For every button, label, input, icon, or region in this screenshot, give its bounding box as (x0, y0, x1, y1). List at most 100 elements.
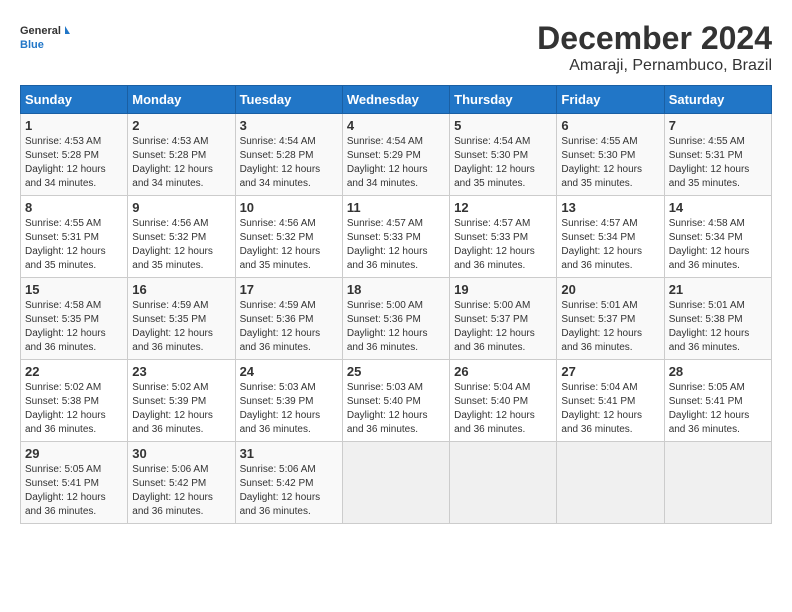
calendar-cell: 15 Sunrise: 4:58 AMSunset: 5:35 PMDaylig… (21, 278, 128, 360)
calendar-week-3: 15 Sunrise: 4:58 AMSunset: 5:35 PMDaylig… (21, 278, 772, 360)
day-number: 28 (669, 364, 767, 379)
day-number: 19 (454, 282, 552, 297)
day-detail: Sunrise: 4:58 AMSunset: 5:34 PMDaylight:… (669, 218, 750, 271)
day-number: 30 (132, 446, 230, 461)
calendar-cell: 29 Sunrise: 5:05 AMSunset: 5:41 PMDaylig… (21, 442, 128, 524)
day-detail: Sunrise: 4:55 AMSunset: 5:31 PMDaylight:… (25, 218, 106, 271)
calendar-cell: 22 Sunrise: 5:02 AMSunset: 5:38 PMDaylig… (21, 360, 128, 442)
calendar-cell: 12 Sunrise: 4:57 AMSunset: 5:33 PMDaylig… (450, 196, 557, 278)
header-sunday: Sunday (21, 86, 128, 114)
day-detail: Sunrise: 5:04 AMSunset: 5:41 PMDaylight:… (561, 382, 642, 435)
day-number: 9 (132, 200, 230, 215)
day-number: 3 (240, 118, 338, 133)
day-detail: Sunrise: 4:56 AMSunset: 5:32 PMDaylight:… (132, 218, 213, 271)
day-detail: Sunrise: 5:05 AMSunset: 5:41 PMDaylight:… (669, 382, 750, 435)
calendar-cell: 21 Sunrise: 5:01 AMSunset: 5:38 PMDaylig… (664, 278, 771, 360)
day-number: 5 (454, 118, 552, 133)
calendar-cell: 30 Sunrise: 5:06 AMSunset: 5:42 PMDaylig… (128, 442, 235, 524)
day-detail: Sunrise: 4:53 AMSunset: 5:28 PMDaylight:… (132, 136, 213, 189)
day-detail: Sunrise: 4:53 AMSunset: 5:28 PMDaylight:… (25, 136, 106, 189)
calendar-cell: 26 Sunrise: 5:04 AMSunset: 5:40 PMDaylig… (450, 360, 557, 442)
day-number: 20 (561, 282, 659, 297)
header: General Blue December 2024 Amaraji, Pern… (20, 20, 772, 75)
calendar-cell: 31 Sunrise: 5:06 AMSunset: 5:42 PMDaylig… (235, 442, 342, 524)
day-number: 24 (240, 364, 338, 379)
calendar-cell: 4 Sunrise: 4:54 AMSunset: 5:29 PMDayligh… (342, 114, 449, 196)
day-number: 13 (561, 200, 659, 215)
location-title: Amaraji, Pernambuco, Brazil (537, 57, 772, 75)
day-detail: Sunrise: 4:57 AMSunset: 5:33 PMDaylight:… (454, 218, 535, 271)
day-number: 18 (347, 282, 445, 297)
calendar-week-4: 22 Sunrise: 5:02 AMSunset: 5:38 PMDaylig… (21, 360, 772, 442)
calendar-cell (342, 442, 449, 524)
calendar-cell: 24 Sunrise: 5:03 AMSunset: 5:39 PMDaylig… (235, 360, 342, 442)
month-title: December 2024 (537, 20, 772, 57)
day-number: 27 (561, 364, 659, 379)
day-number: 6 (561, 118, 659, 133)
day-detail: Sunrise: 4:58 AMSunset: 5:35 PMDaylight:… (25, 300, 106, 353)
day-number: 12 (454, 200, 552, 215)
header-saturday: Saturday (664, 86, 771, 114)
calendar-cell: 6 Sunrise: 4:55 AMSunset: 5:30 PMDayligh… (557, 114, 664, 196)
calendar-cell: 7 Sunrise: 4:55 AMSunset: 5:31 PMDayligh… (664, 114, 771, 196)
header-tuesday: Tuesday (235, 86, 342, 114)
day-detail: Sunrise: 4:57 AMSunset: 5:33 PMDaylight:… (347, 218, 428, 271)
day-number: 31 (240, 446, 338, 461)
calendar-cell: 17 Sunrise: 4:59 AMSunset: 5:36 PMDaylig… (235, 278, 342, 360)
day-number: 8 (25, 200, 123, 215)
calendar-cell: 5 Sunrise: 4:54 AMSunset: 5:30 PMDayligh… (450, 114, 557, 196)
calendar-cell: 11 Sunrise: 4:57 AMSunset: 5:33 PMDaylig… (342, 196, 449, 278)
day-number: 29 (25, 446, 123, 461)
day-detail: Sunrise: 5:02 AMSunset: 5:39 PMDaylight:… (132, 382, 213, 435)
svg-text:Blue: Blue (20, 39, 44, 51)
day-detail: Sunrise: 5:02 AMSunset: 5:38 PMDaylight:… (25, 382, 106, 435)
calendar-week-1: 1 Sunrise: 4:53 AMSunset: 5:28 PMDayligh… (21, 114, 772, 196)
day-detail: Sunrise: 5:06 AMSunset: 5:42 PMDaylight:… (132, 464, 213, 517)
day-number: 23 (132, 364, 230, 379)
header-row: Sunday Monday Tuesday Wednesday Thursday… (21, 86, 772, 114)
day-detail: Sunrise: 4:59 AMSunset: 5:35 PMDaylight:… (132, 300, 213, 353)
day-number: 4 (347, 118, 445, 133)
day-detail: Sunrise: 4:54 AMSunset: 5:29 PMDaylight:… (347, 136, 428, 189)
header-monday: Monday (128, 86, 235, 114)
calendar-week-2: 8 Sunrise: 4:55 AMSunset: 5:31 PMDayligh… (21, 196, 772, 278)
calendar-cell: 2 Sunrise: 4:53 AMSunset: 5:28 PMDayligh… (128, 114, 235, 196)
header-thursday: Thursday (450, 86, 557, 114)
logo: General Blue (20, 20, 70, 52)
calendar-cell (664, 442, 771, 524)
day-detail: Sunrise: 5:03 AMSunset: 5:40 PMDaylight:… (347, 382, 428, 435)
day-detail: Sunrise: 4:55 AMSunset: 5:31 PMDaylight:… (669, 136, 750, 189)
header-friday: Friday (557, 86, 664, 114)
day-number: 15 (25, 282, 123, 297)
calendar-cell: 1 Sunrise: 4:53 AMSunset: 5:28 PMDayligh… (21, 114, 128, 196)
calendar-cell: 20 Sunrise: 5:01 AMSunset: 5:37 PMDaylig… (557, 278, 664, 360)
day-detail: Sunrise: 4:57 AMSunset: 5:34 PMDaylight:… (561, 218, 642, 271)
day-number: 21 (669, 282, 767, 297)
day-number: 1 (25, 118, 123, 133)
calendar-cell (557, 442, 664, 524)
day-detail: Sunrise: 5:06 AMSunset: 5:42 PMDaylight:… (240, 464, 321, 517)
header-wednesday: Wednesday (342, 86, 449, 114)
day-number: 10 (240, 200, 338, 215)
calendar-cell: 25 Sunrise: 5:03 AMSunset: 5:40 PMDaylig… (342, 360, 449, 442)
calendar-cell: 23 Sunrise: 5:02 AMSunset: 5:39 PMDaylig… (128, 360, 235, 442)
day-detail: Sunrise: 5:01 AMSunset: 5:38 PMDaylight:… (669, 300, 750, 353)
day-detail: Sunrise: 5:03 AMSunset: 5:39 PMDaylight:… (240, 382, 321, 435)
calendar-cell: 16 Sunrise: 4:59 AMSunset: 5:35 PMDaylig… (128, 278, 235, 360)
day-number: 26 (454, 364, 552, 379)
calendar-cell: 27 Sunrise: 5:04 AMSunset: 5:41 PMDaylig… (557, 360, 664, 442)
day-number: 11 (347, 200, 445, 215)
calendar-cell: 14 Sunrise: 4:58 AMSunset: 5:34 PMDaylig… (664, 196, 771, 278)
day-number: 22 (25, 364, 123, 379)
calendar-cell: 3 Sunrise: 4:54 AMSunset: 5:28 PMDayligh… (235, 114, 342, 196)
day-detail: Sunrise: 5:00 AMSunset: 5:37 PMDaylight:… (454, 300, 535, 353)
calendar-cell (450, 442, 557, 524)
day-detail: Sunrise: 5:00 AMSunset: 5:36 PMDaylight:… (347, 300, 428, 353)
day-number: 25 (347, 364, 445, 379)
calendar-body: 1 Sunrise: 4:53 AMSunset: 5:28 PMDayligh… (21, 114, 772, 524)
day-detail: Sunrise: 5:01 AMSunset: 5:37 PMDaylight:… (561, 300, 642, 353)
calendar-cell: 13 Sunrise: 4:57 AMSunset: 5:34 PMDaylig… (557, 196, 664, 278)
logo-icon: General Blue (20, 20, 70, 52)
calendar-table: Sunday Monday Tuesday Wednesday Thursday… (20, 85, 772, 524)
day-number: 2 (132, 118, 230, 133)
